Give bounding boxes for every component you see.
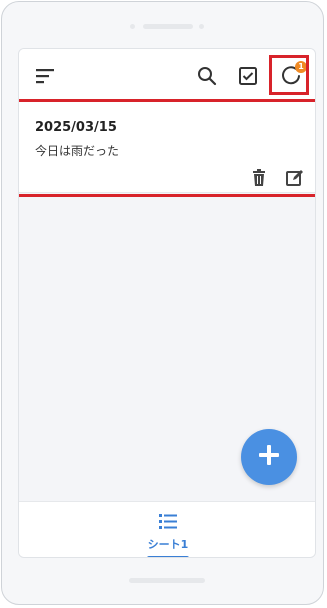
sensor-dot-right (199, 24, 204, 29)
home-indicator (129, 578, 205, 583)
sort-lines-icon (35, 68, 55, 88)
select-button[interactable] (234, 64, 262, 92)
list-icon (139, 512, 197, 534)
note-highlight-box (19, 99, 315, 197)
speaker-slot (143, 24, 193, 29)
tab-sheet1[interactable]: シート1 (139, 512, 197, 557)
bottom-tab-bar: シート1 (19, 501, 315, 557)
tab-selected-indicator (147, 556, 189, 557)
sensor-dot-left (130, 24, 135, 29)
tab-label: シート1 (147, 538, 189, 551)
search-button[interactable] (193, 64, 221, 92)
phone-frame: 1 2025/03/15 今日は雨だった シート1 (1, 1, 324, 605)
add-note-button[interactable] (241, 429, 297, 485)
sync-highlight-box (269, 55, 309, 95)
app-screen: 1 2025/03/15 今日は雨だった シート1 (18, 48, 316, 558)
search-icon (197, 66, 217, 90)
checkbox-icon (238, 66, 258, 90)
plus-icon (257, 443, 281, 471)
sort-menu-button[interactable] (31, 64, 59, 92)
